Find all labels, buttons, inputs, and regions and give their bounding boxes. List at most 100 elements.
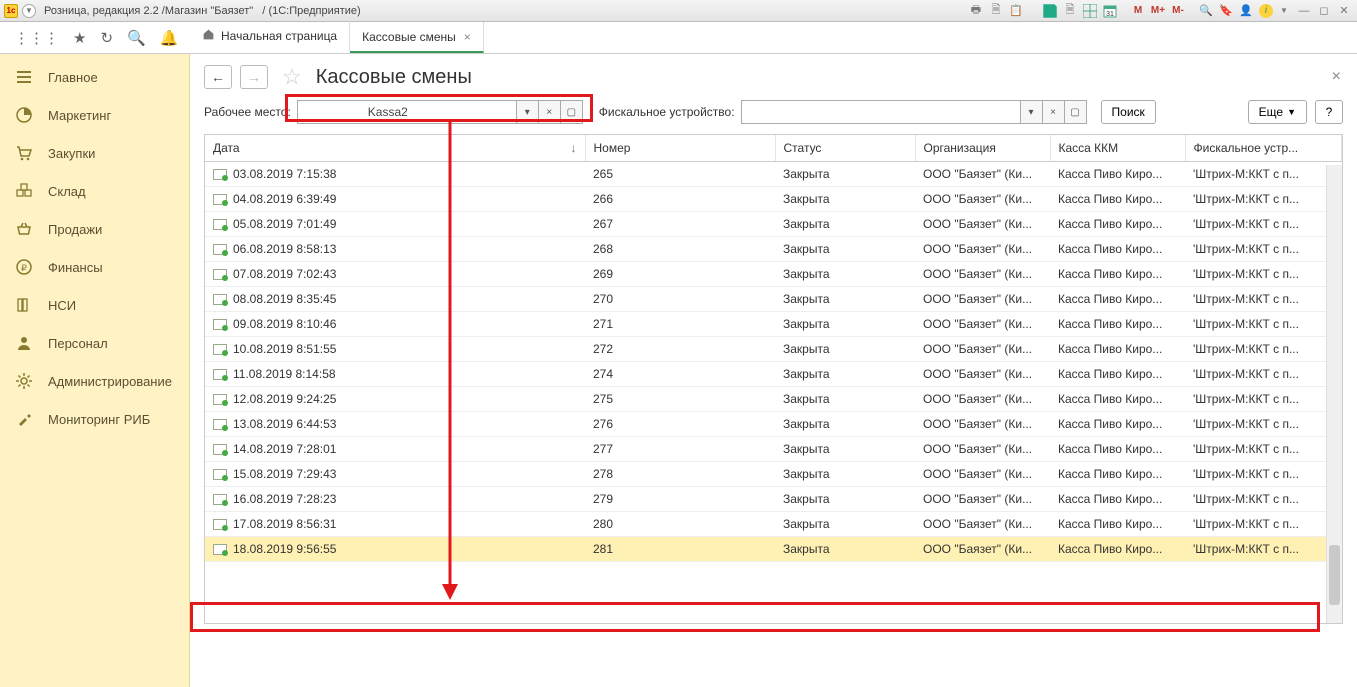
- table-row[interactable]: 18.08.2019 9:56:55281ЗакрытаООО "Баязет"…: [205, 537, 1342, 562]
- workplace-dropdown-icon[interactable]: ▾: [517, 100, 539, 124]
- save-icon[interactable]: [1041, 3, 1059, 19]
- calendar-icon[interactable]: 31: [1101, 3, 1119, 19]
- sidebar-item-finance[interactable]: ₽ Финансы: [0, 248, 189, 286]
- table-row[interactable]: 16.08.2019 7:28:23279ЗакрытаООО "Баязет"…: [205, 487, 1342, 512]
- cell-org: ООО "Баязет" (Ки...: [915, 262, 1050, 287]
- sidebar-item-personnel[interactable]: Персонал: [0, 324, 189, 362]
- fiscal-open-icon[interactable]: ▢: [1065, 100, 1087, 124]
- col-fiscal[interactable]: Фискальное устр...: [1185, 135, 1342, 162]
- search-button[interactable]: Поиск: [1101, 100, 1156, 124]
- table-row[interactable]: 08.08.2019 8:35:45270ЗакрытаООО "Баязет"…: [205, 287, 1342, 312]
- fiscal-clear-icon[interactable]: ×: [1043, 100, 1065, 124]
- nav-forward-button[interactable]: →: [240, 65, 268, 89]
- vertical-scrollbar[interactable]: [1326, 165, 1342, 623]
- books-icon: [14, 296, 34, 314]
- cell-kkm: Касса Пиво Киро...: [1050, 337, 1185, 362]
- workplace-input[interactable]: [297, 100, 517, 124]
- sidebar-item-marketing[interactable]: Маркетинг: [0, 96, 189, 134]
- svg-text:31: 31: [1106, 11, 1114, 18]
- user-icon[interactable]: 👤: [1237, 3, 1255, 19]
- fiscal-dropdown-icon[interactable]: ▾: [1021, 100, 1043, 124]
- col-status[interactable]: Статус: [775, 135, 915, 162]
- tab-home[interactable]: Начальная страница: [190, 20, 350, 53]
- info-icon[interactable]: i: [1259, 4, 1273, 18]
- sidebar-label: Главное: [48, 70, 98, 85]
- table-row[interactable]: 07.08.2019 7:02:43269ЗакрытаООО "Баязет"…: [205, 262, 1342, 287]
- print-icon[interactable]: 🖶: [967, 3, 985, 19]
- window-title: Розница, редакция 2.2 /Магазин "Баязет" …: [44, 5, 361, 17]
- cell-date: 12.08.2019 9:24:25: [205, 387, 585, 412]
- nav-back-button[interactable]: ←: [204, 65, 232, 89]
- table-row[interactable]: 09.08.2019 8:10:46271ЗакрытаООО "Баязет"…: [205, 312, 1342, 337]
- col-kkm[interactable]: Касса ККМ: [1050, 135, 1185, 162]
- zoom-icon[interactable]: 🔍: [1197, 3, 1215, 19]
- document-row-icon: [213, 544, 227, 555]
- tab-cash-shifts[interactable]: Кассовые смены ×: [350, 22, 484, 53]
- memory-mplus-icon[interactable]: M+: [1149, 3, 1167, 19]
- sidebar-item-main[interactable]: Главное: [0, 58, 189, 96]
- help-button[interactable]: ?: [1315, 100, 1343, 124]
- table-row[interactable]: 05.08.2019 7:01:49267ЗакрытаООО "Баязет"…: [205, 212, 1342, 237]
- cell-date: 05.08.2019 7:01:49: [205, 212, 585, 237]
- cell-kkm: Касса Пиво Киро...: [1050, 537, 1185, 562]
- table-row[interactable]: 11.08.2019 8:14:58274ЗакрытаООО "Баязет"…: [205, 362, 1342, 387]
- fiscal-combo: ▾ × ▢: [741, 100, 1087, 124]
- scrollbar-thumb[interactable]: [1329, 545, 1340, 605]
- fiscal-input[interactable]: [741, 100, 1021, 124]
- cell-status: Закрыта: [775, 412, 915, 437]
- sidebar-item-admin[interactable]: Администрирование: [0, 362, 189, 400]
- table-row[interactable]: 13.08.2019 6:44:53276ЗакрытаООО "Баязет"…: [205, 412, 1342, 437]
- page-close-icon[interactable]: ×: [1332, 68, 1341, 86]
- window-minimize-icon[interactable]: —: [1295, 3, 1313, 19]
- table-row[interactable]: 06.08.2019 8:58:13268ЗакрытаООО "Баязет"…: [205, 237, 1342, 262]
- table-row[interactable]: 03.08.2019 7:15:38265ЗакрытаООО "Баязет"…: [205, 162, 1342, 187]
- svg-text:₽: ₽: [21, 263, 27, 273]
- sidebar-item-warehouse[interactable]: Склад: [0, 172, 189, 210]
- memory-m-icon[interactable]: M: [1129, 3, 1147, 19]
- sidebar-item-sales[interactable]: Продажи: [0, 210, 189, 248]
- cell-status: Закрыта: [775, 237, 915, 262]
- table-row[interactable]: 10.08.2019 8:51:55272ЗакрытаООО "Баязет"…: [205, 337, 1342, 362]
- window-maximize-icon[interactable]: ◻: [1315, 3, 1333, 19]
- print-preview-icon[interactable]: 🗎: [987, 3, 1005, 19]
- search-icon[interactable]: 🔍: [127, 29, 146, 47]
- cell-org: ООО "Баязет" (Ки...: [915, 212, 1050, 237]
- document-row-icon: [213, 244, 227, 255]
- cell-number: 279: [585, 487, 775, 512]
- col-number[interactable]: Номер: [585, 135, 775, 162]
- cell-org: ООО "Баязет" (Ки...: [915, 287, 1050, 312]
- info-dropdown-icon[interactable]: ▼: [1275, 3, 1293, 19]
- copy-icon[interactable]: 📋: [1007, 3, 1025, 19]
- table-row[interactable]: 14.08.2019 7:28:01277ЗакрытаООО "Баязет"…: [205, 437, 1342, 462]
- bell-icon[interactable]: 🔔: [160, 29, 179, 47]
- sidebar-item-purchases[interactable]: Закупки: [0, 134, 189, 172]
- table-row[interactable]: 15.08.2019 7:29:43278ЗакрытаООО "Баязет"…: [205, 462, 1342, 487]
- titlebar-dropdown-icon[interactable]: ▼: [22, 4, 36, 18]
- favorite-star-icon[interactable]: ★: [73, 29, 86, 47]
- table-row[interactable]: 04.08.2019 6:39:49266ЗакрытаООО "Баязет"…: [205, 187, 1342, 212]
- workplace-clear-icon[interactable]: ×: [539, 100, 561, 124]
- workplace-open-icon[interactable]: ▢: [561, 100, 583, 124]
- cell-org: ООО "Баязет" (Ки...: [915, 187, 1050, 212]
- col-org[interactable]: Организация: [915, 135, 1050, 162]
- bookmark-icon[interactable]: 🔖: [1217, 3, 1235, 19]
- cell-status: Закрыта: [775, 537, 915, 562]
- table-row[interactable]: 12.08.2019 9:24:25275ЗакрытаООО "Баязет"…: [205, 387, 1342, 412]
- memory-mminus-icon[interactable]: M-: [1169, 3, 1187, 19]
- grid-icon[interactable]: [1081, 3, 1099, 19]
- sidebar-item-monitoring[interactable]: Мониторинг РИБ: [0, 400, 189, 438]
- sidebar-item-nsi[interactable]: НСИ: [0, 286, 189, 324]
- document-icon[interactable]: 🗎: [1061, 3, 1079, 19]
- table-row[interactable]: 17.08.2019 8:56:31280ЗакрытаООО "Баязет"…: [205, 512, 1342, 537]
- more-button[interactable]: Еще ▼: [1248, 100, 1307, 124]
- cell-date: 15.08.2019 7:29:43: [205, 462, 585, 487]
- menu-icon: [14, 68, 34, 86]
- col-date[interactable]: Дата↓: [205, 135, 585, 162]
- cell-fiscal: 'Штрих-М:ККТ с п...: [1185, 287, 1342, 312]
- apps-icon[interactable]: ⋮⋮⋮: [14, 29, 59, 47]
- sidebar-label: Продажи: [48, 222, 102, 237]
- favorite-outline-icon[interactable]: ☆: [282, 64, 302, 90]
- tab-close-icon[interactable]: ×: [464, 30, 471, 44]
- window-close-icon[interactable]: ✕: [1335, 3, 1353, 19]
- history-icon[interactable]: ↻: [100, 29, 113, 47]
